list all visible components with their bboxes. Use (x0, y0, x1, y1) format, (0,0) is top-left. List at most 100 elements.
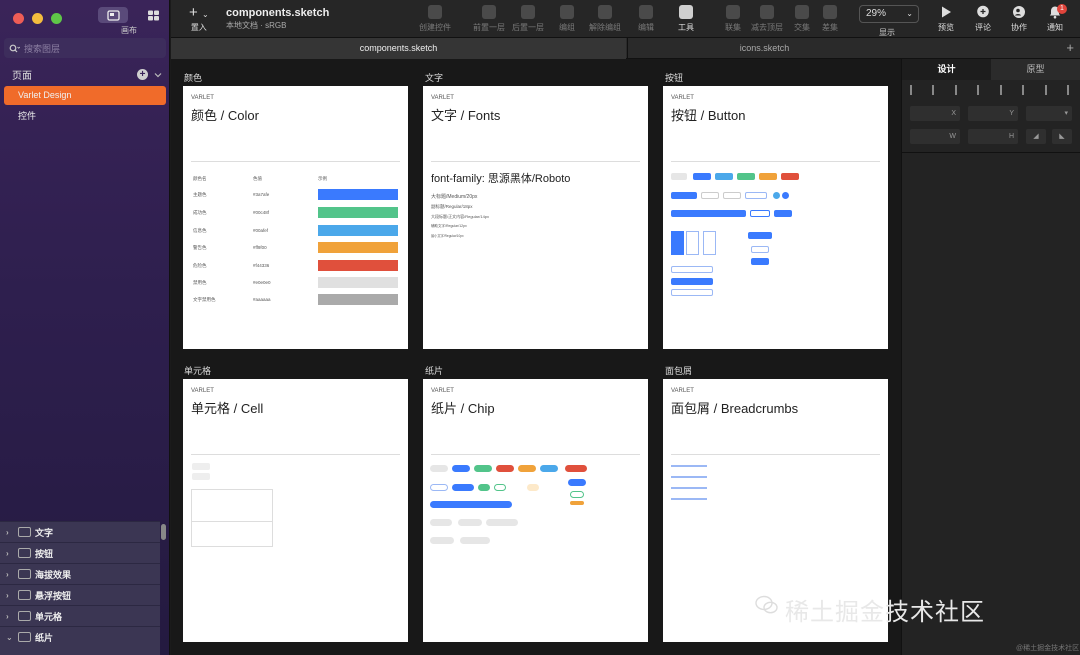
height-field[interactable]: H (968, 129, 1018, 144)
artboard-cell[interactable]: VARLET 单元格 / Cell (183, 379, 408, 642)
layer-item[interactable]: › 单元格 (0, 605, 160, 626)
x-field[interactable]: X (910, 106, 960, 121)
create-symbol-button[interactable]: 创建控件 (419, 5, 451, 33)
layer-item[interactable]: › 文字 (0, 521, 160, 542)
flip-vertical-icon[interactable]: ◣ (1052, 129, 1072, 144)
search-input[interactable]: 搜索图层 (24, 42, 60, 55)
align-left-icon[interactable] (910, 85, 918, 95)
toolbar-label: 交集 (794, 23, 810, 32)
color-name: 文字禁用色 (193, 297, 216, 302)
align-top-icon[interactable] (999, 85, 1008, 95)
layer-search[interactable]: 搜索图层 (4, 38, 166, 58)
zoom-select[interactable]: 29% ⌄ (859, 5, 919, 23)
tab-components[interactable]: components.sketch (171, 38, 626, 59)
align-middle-icon[interactable] (1022, 85, 1030, 95)
button-preview (759, 173, 777, 180)
ungroup-button[interactable]: 解除编组 (589, 5, 621, 33)
insert-label: 置入 (190, 23, 207, 32)
layer-item[interactable]: › 按钮 (0, 542, 160, 563)
chevron-right-icon[interactable]: › (6, 528, 14, 537)
preview-button[interactable]: 预览 (938, 5, 954, 33)
chevron-right-icon[interactable]: › (6, 612, 14, 621)
artboard-fonts[interactable]: VARLET 文字 / Fonts font-family: 思源黑体/Robo… (423, 86, 648, 349)
artboard-label[interactable]: 颜色 (184, 71, 202, 84)
canvas-view-button[interactable] (98, 7, 128, 23)
comment-icon (977, 5, 989, 18)
canvas[interactable]: 颜色 VARLET 颜色 / Color 颜色名 色值 示例 主题色 #3a7a… (171, 59, 901, 655)
page-item-controls[interactable]: 控件 (4, 107, 166, 126)
layer-item[interactable]: ⌄ 纸片 (0, 626, 160, 647)
chip-preview (430, 465, 448, 472)
color-swatch (318, 277, 398, 288)
layer-item[interactable]: › 海拔效果 (0, 563, 160, 584)
layer-label: 按钮 (35, 548, 54, 559)
minimize-window-button[interactable] (32, 13, 43, 24)
color-value: #e0e0e0 (253, 280, 271, 285)
button-preview (715, 173, 733, 180)
flip-horizontal-icon[interactable]: ◢ (1026, 129, 1046, 144)
bring-forward-button[interactable]: 前置一层 (473, 5, 505, 33)
artboard-label[interactable]: 文字 (425, 71, 443, 84)
chevron-down-icon[interactable] (154, 72, 162, 78)
page-item-varlet-design[interactable]: Varlet Design (4, 86, 166, 105)
chevron-right-icon[interactable]: › (6, 591, 14, 600)
font-sample: 副标题/Regular/18px (431, 204, 473, 209)
insert-button[interactable]: + ⌄ 置入 (189, 5, 209, 33)
add-tab-icon[interactable]: + (1066, 40, 1074, 55)
artboard-brand: VARLET (431, 388, 454, 394)
align-bottom-icon[interactable] (1044, 85, 1053, 95)
align-right-icon[interactable] (954, 85, 963, 95)
intersect-button[interactable]: 交集 (794, 5, 810, 33)
rotation-field[interactable]: ▾ (1026, 106, 1072, 121)
canvas-label: 画布 (121, 26, 137, 35)
artboard-icon (18, 590, 31, 600)
maximize-window-button[interactable] (51, 13, 62, 24)
tab-prototype[interactable]: 原型 (991, 59, 1080, 80)
chevron-right-icon[interactable]: › (6, 549, 14, 558)
button-preview (745, 192, 767, 199)
width-field[interactable]: W (910, 129, 960, 144)
y-field[interactable]: Y (968, 106, 1018, 121)
artboard-color[interactable]: VARLET 颜色 / Color 颜色名 色值 示例 主题色 #3a7afe … (183, 86, 408, 349)
artboard-label[interactable]: 面包屑 (665, 364, 692, 377)
tools-button[interactable]: 工具 (678, 5, 694, 33)
button-preview (671, 266, 713, 273)
user-add-icon (1013, 6, 1025, 18)
chevron-down-icon: ⌄ (906, 9, 913, 18)
artboard-brand: VARLET (671, 388, 694, 394)
comment-button[interactable]: 评论 (975, 5, 991, 33)
subtract-button[interactable]: 减去顶层 (751, 5, 783, 33)
union-button[interactable]: 联集 (725, 5, 741, 33)
add-page-icon[interactable]: + (137, 69, 148, 80)
send-backward-button[interactable]: 后置一层 (512, 5, 544, 33)
tab-icons[interactable]: icons.sketch (627, 38, 901, 59)
chip-preview (496, 465, 514, 472)
breadcrumb-preview (671, 498, 707, 500)
button-preview (723, 192, 741, 199)
distribute-v-icon[interactable] (1066, 85, 1075, 95)
toolbar-label: 前置一层 (473, 23, 505, 32)
artboard-label[interactable]: 单元格 (184, 364, 211, 377)
backward-icon (521, 5, 535, 19)
tab-design[interactable]: 设计 (902, 59, 991, 80)
difference-button[interactable]: 差集 (822, 5, 838, 33)
edit-button[interactable]: 编辑 (638, 5, 654, 33)
cell-preview (191, 521, 273, 547)
align-center-icon[interactable] (932, 85, 940, 95)
collaborate-button[interactable]: 协作 (1011, 5, 1027, 33)
artboard-label[interactable]: 按钮 (665, 71, 683, 84)
chevron-right-icon[interactable]: › (6, 570, 14, 579)
layer-scrollbar[interactable] (161, 524, 166, 540)
chevron-down-icon[interactable]: ⌄ (6, 633, 14, 642)
toolbar-label: 差集 (822, 23, 838, 32)
distribute-h-icon[interactable] (977, 85, 985, 95)
group-button[interactable]: 编组 (559, 5, 575, 33)
layer-item[interactable]: › 悬浮按钮 (0, 584, 160, 605)
artboard-icon (18, 611, 31, 621)
color-swatch (318, 242, 398, 253)
artboard-chip[interactable]: VARLET 纸片 / Chip (423, 379, 648, 642)
close-window-button[interactable] (13, 13, 24, 24)
grid-view-button[interactable] (138, 7, 168, 23)
artboard-label[interactable]: 纸片 (425, 364, 443, 377)
artboard-button[interactable]: VARLET 按钮 / Button (663, 86, 888, 349)
